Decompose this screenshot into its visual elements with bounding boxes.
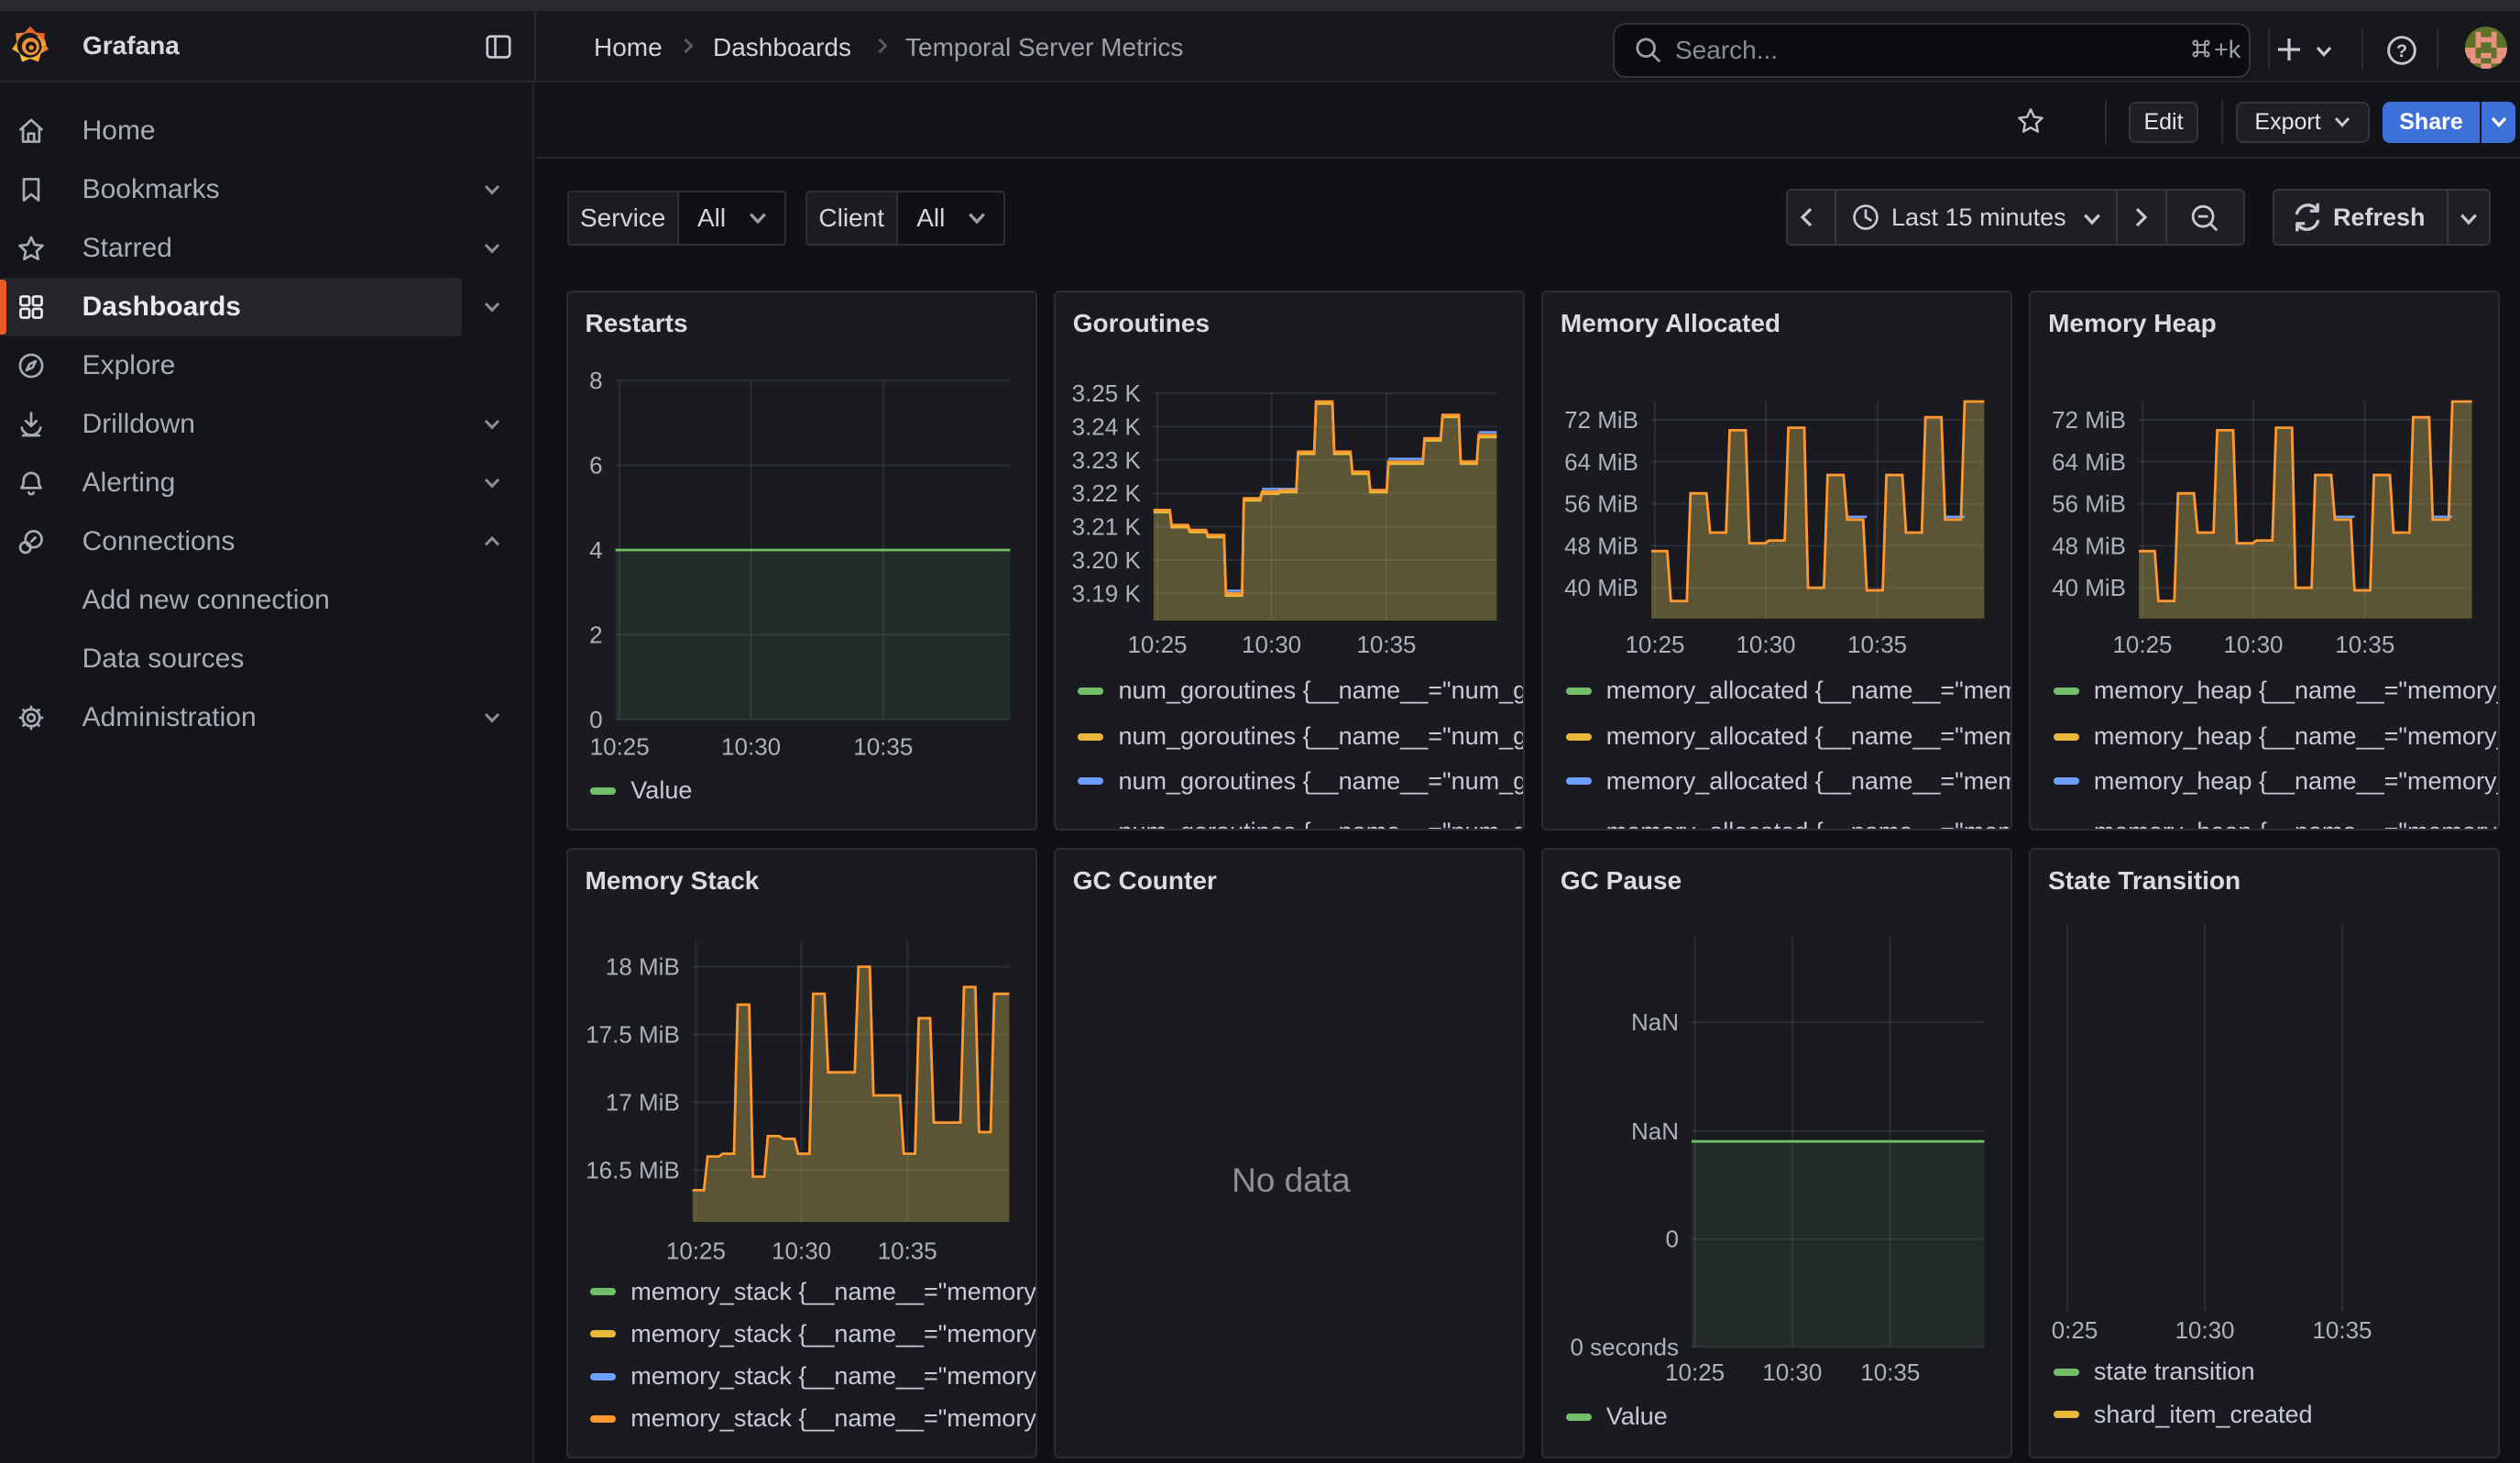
- svg-text:10:30: 10:30: [1736, 631, 1795, 658]
- svg-text:?: ?: [2396, 41, 2407, 61]
- svg-text:10:30: 10:30: [721, 733, 781, 761]
- svg-text:10:35: 10:35: [1860, 1358, 1920, 1386]
- svg-text:2: 2: [589, 621, 602, 648]
- svg-text:10:30: 10:30: [772, 1237, 831, 1264]
- svg-text:17.5 MiB: 17.5 MiB: [586, 1020, 680, 1048]
- svg-text:10:30: 10:30: [2224, 631, 2284, 658]
- svg-text:3.20 K: 3.20 K: [1071, 546, 1141, 574]
- svg-text:10:30: 10:30: [1762, 1358, 1822, 1386]
- svg-text:10:35: 10:35: [1356, 631, 1416, 658]
- svg-text:10:25: 10:25: [665, 1237, 725, 1264]
- svg-text:3.23 K: 3.23 K: [1071, 446, 1141, 474]
- svg-text:3.24 K: 3.24 K: [1071, 412, 1141, 440]
- svg-text:10:25: 10:25: [1665, 1358, 1725, 1386]
- svg-text:3.25 K: 3.25 K: [1071, 380, 1141, 407]
- svg-text:0: 0: [589, 706, 602, 733]
- svg-text:3.21 K: 3.21 K: [1071, 513, 1141, 541]
- svg-text:10:25: 10:25: [1127, 631, 1187, 658]
- svg-text:10:25: 10:25: [1625, 631, 1684, 658]
- svg-text:8: 8: [589, 367, 602, 394]
- svg-text:16.5 MiB: 16.5 MiB: [586, 1156, 680, 1183]
- svg-text:48 MiB: 48 MiB: [2052, 532, 2126, 559]
- svg-text:40 MiB: 40 MiB: [2052, 574, 2126, 601]
- svg-text:10:35: 10:35: [1847, 631, 1907, 658]
- svg-text:10:30: 10:30: [1242, 631, 1301, 658]
- svg-text:48 MiB: 48 MiB: [1564, 532, 1638, 559]
- svg-text:3.19 K: 3.19 K: [1071, 579, 1141, 607]
- svg-text:3.22 K: 3.22 K: [1071, 479, 1141, 507]
- svg-text:64 MiB: 64 MiB: [2052, 448, 2126, 476]
- svg-text:10:35: 10:35: [2313, 1316, 2372, 1344]
- svg-text:10:25: 10:25: [589, 733, 649, 761]
- svg-text:10:25: 10:25: [2113, 631, 2173, 658]
- svg-text:56 MiB: 56 MiB: [1564, 490, 1638, 518]
- svg-text:NaN: NaN: [1631, 1117, 1679, 1145]
- svg-text:56 MiB: 56 MiB: [2052, 490, 2126, 518]
- svg-text:0:25: 0:25: [2052, 1316, 2098, 1344]
- svg-text:40 MiB: 40 MiB: [1564, 574, 1638, 601]
- svg-text:NaN: NaN: [1631, 1008, 1679, 1036]
- svg-text:0: 0: [1665, 1226, 1678, 1253]
- svg-text:0 seconds: 0 seconds: [1570, 1333, 1679, 1360]
- svg-text:6: 6: [589, 452, 602, 479]
- svg-text:10:30: 10:30: [2175, 1316, 2235, 1344]
- svg-text:72 MiB: 72 MiB: [1564, 406, 1638, 434]
- svg-text:4: 4: [589, 536, 602, 564]
- svg-text:10:35: 10:35: [2335, 631, 2394, 658]
- svg-text:10:35: 10:35: [853, 733, 913, 761]
- svg-text:10:35: 10:35: [877, 1237, 937, 1264]
- svg-text:17 MiB: 17 MiB: [605, 1088, 679, 1116]
- svg-text:18 MiB: 18 MiB: [605, 953, 679, 981]
- svg-text:72 MiB: 72 MiB: [2052, 406, 2126, 434]
- svg-text:64 MiB: 64 MiB: [1564, 448, 1638, 476]
